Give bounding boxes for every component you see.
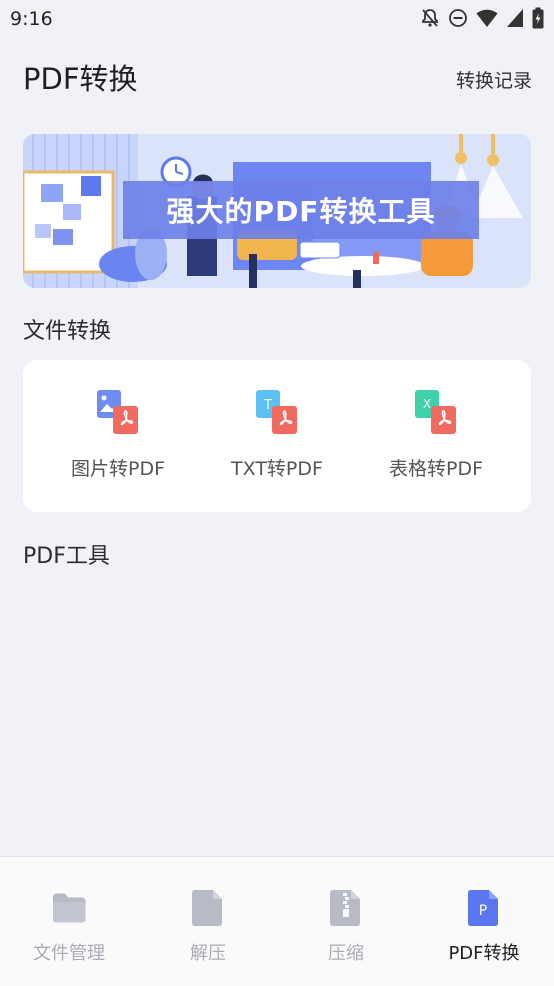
banner-headline: 强大的PDF转换工具 [123, 181, 479, 239]
tab-decompress-label: 解压 [190, 943, 226, 964]
excel-to-pdf-label: 表格转PDF [388, 458, 484, 480]
svg-text:T: T [263, 398, 272, 413]
status-time: 9:16 [10, 8, 53, 30]
section-title-file-conversion: 文件转换 [23, 319, 112, 344]
image-to-pdf-label: 图片转PDF [70, 458, 166, 480]
tab-pdf-convert[interactable]: P PDF转换 [415, 889, 553, 965]
status-icons [420, 7, 544, 29]
excel-to-pdf-button[interactable]: X 表格转PDF [356, 388, 516, 481]
notifications-off-icon [422, 9, 438, 27]
tab-file-manager[interactable]: 文件管理 [0, 889, 138, 965]
tab-decompress[interactable]: 解压 [139, 889, 277, 965]
txt-to-pdf-icon: T [256, 390, 297, 434]
tab-pdf-convert-label: PDF转换 [448, 943, 520, 964]
battery-icon [532, 7, 544, 29]
conversion-history-link[interactable]: 转换记录 [456, 66, 532, 93]
document-icon [192, 890, 222, 926]
signal-icon [507, 9, 523, 27]
wifi-icon [476, 9, 498, 27]
tab-compress-label: 压缩 [328, 943, 364, 964]
zip-file-icon [330, 890, 360, 926]
tab-file-manager-label: 文件管理 [33, 943, 105, 964]
image-to-pdf-button[interactable]: 图片转PDF [38, 388, 198, 481]
promo-banner[interactable]: 强大的PDF转换工具 [23, 134, 531, 288]
excel-to-pdf-icon: X [415, 390, 456, 434]
status-bar: 9:16 [0, 0, 554, 38]
page-title: PDF转换 [23, 62, 138, 96]
section-title-pdf-tools: PDF工具 [23, 544, 110, 569]
svg-text:X: X [423, 397, 431, 411]
svg-text:P: P [479, 903, 487, 919]
image-to-pdf-icon [97, 390, 138, 434]
pdf-file-icon: P [468, 890, 498, 926]
bottom-tab-bar: 文件管理 解压 压缩 P PDF转换 [0, 856, 554, 986]
do-not-disturb-icon [449, 9, 467, 27]
folder-icon [53, 893, 86, 923]
file-conversion-card: 图片转PDF T TXT转PDF X 表格转PDF [23, 360, 531, 512]
txt-to-pdf-button[interactable]: T TXT转PDF [197, 388, 357, 481]
txt-to-pdf-label: TXT转PDF [231, 458, 323, 480]
tab-compress[interactable]: 压缩 [277, 889, 415, 965]
